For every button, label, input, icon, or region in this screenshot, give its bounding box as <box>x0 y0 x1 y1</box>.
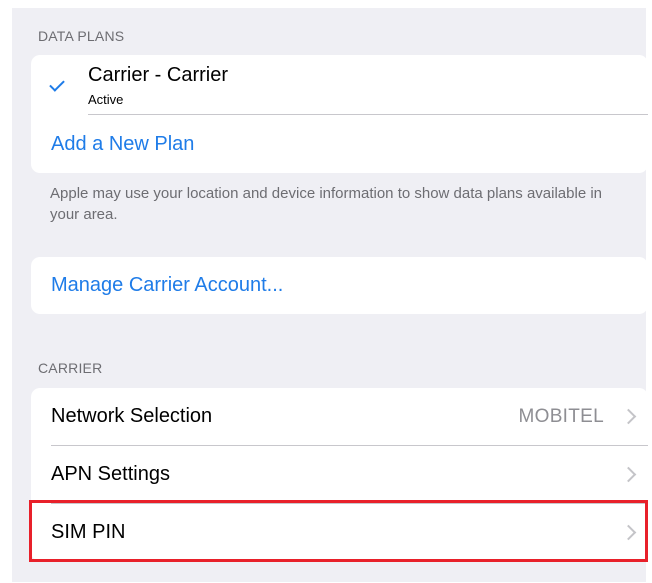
manage-carrier-account-row[interactable]: Manage Carrier Account... <box>31 257 648 314</box>
data-plans-header: DATA PLANS <box>38 28 125 44</box>
carrier-group: Network Selection MOBITEL APN Settings S… <box>31 388 648 561</box>
checkmark-icon <box>49 76 65 92</box>
plan-status: Active <box>88 92 124 107</box>
add-plan-link[interactable]: Add a New Plan <box>51 133 194 156</box>
manage-group: Manage Carrier Account... <box>31 257 648 314</box>
network-selection-value: MOBITEL <box>518 405 604 427</box>
network-selection-row[interactable]: Network Selection MOBITEL <box>31 388 648 445</box>
add-plan-row[interactable]: Add a New Plan <box>31 115 648 173</box>
sim-pin-row[interactable]: SIM PIN <box>31 504 648 561</box>
chevron-right-icon <box>620 524 637 541</box>
manage-carrier-account-link[interactable]: Manage Carrier Account... <box>51 274 283 297</box>
apn-settings-label: APN Settings <box>51 463 170 485</box>
chevron-right-icon <box>620 408 637 425</box>
apn-settings-row[interactable]: APN Settings <box>31 446 648 503</box>
sim-pin-label: SIM PIN <box>51 521 126 543</box>
data-plans-group: Carrier - Carrier Active Add a New Plan <box>31 55 648 173</box>
network-selection-label: Network Selection <box>51 405 213 427</box>
plan-row[interactable]: Carrier - Carrier Active <box>31 55 648 115</box>
data-plans-footer: Apple may use your location and device i… <box>50 185 602 223</box>
carrier-header: CARRIER <box>38 360 103 376</box>
chevron-right-icon <box>620 466 637 483</box>
plan-name: Carrier - Carrier <box>88 64 228 86</box>
